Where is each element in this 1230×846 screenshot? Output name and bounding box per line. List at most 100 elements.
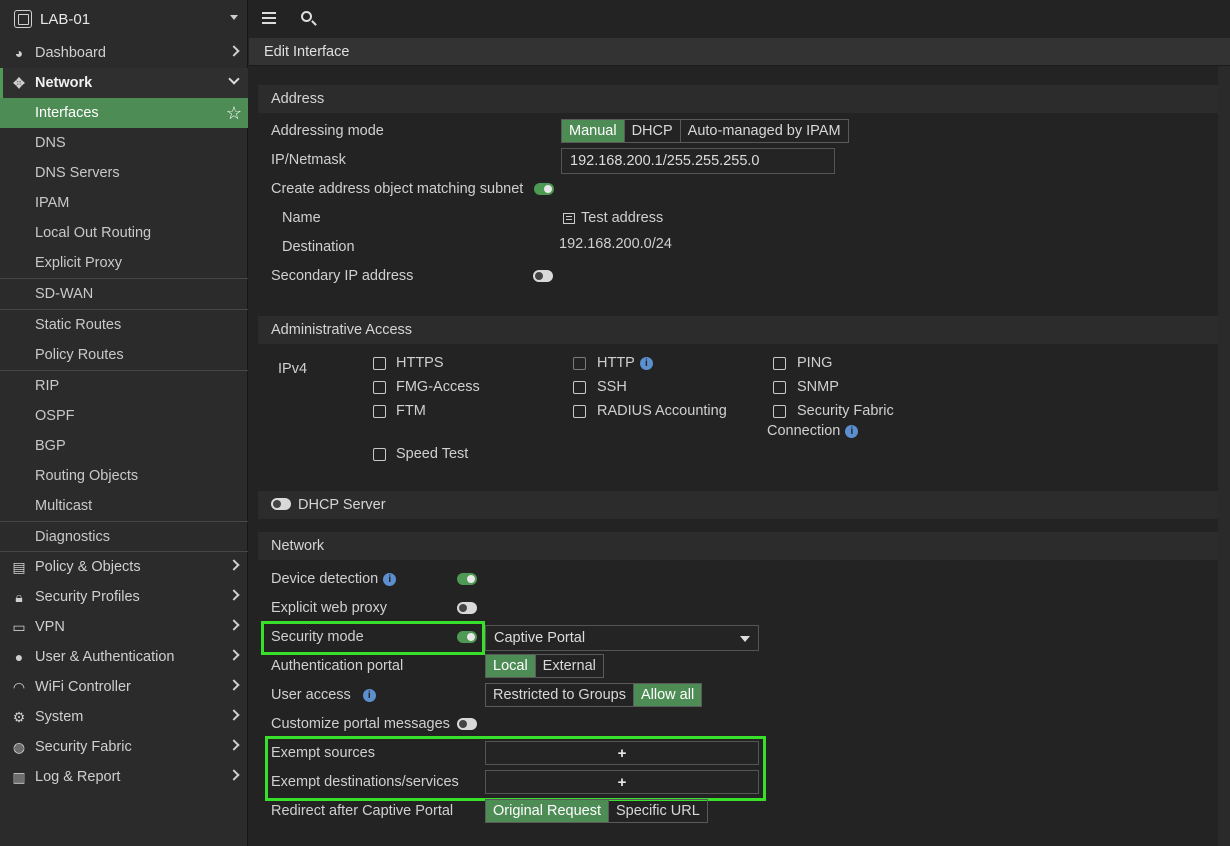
sidebar-subitem-rip[interactable]: RIP — [0, 371, 248, 401]
ftm-checkbox[interactable] — [373, 405, 386, 418]
device-icon — [14, 10, 32, 28]
redirect-label: Redirect after Captive Portal — [271, 803, 454, 819]
sidebar-item-label: Policy & Objects — [35, 559, 141, 575]
chart-icon: ▥ — [12, 768, 26, 785]
sidebar-item-label: WiFi Controller — [35, 679, 131, 695]
chevron-right-icon — [228, 589, 240, 601]
sidebar-item-label: BGP — [35, 438, 66, 454]
sidebar-item-vpn[interactable]: ▭ VPN — [0, 612, 248, 642]
sidebar-subitem-bgp[interactable]: BGP — [0, 431, 248, 461]
top-bar — [249, 0, 1230, 38]
sidebar-item-label: IPAM — [35, 195, 70, 211]
speed-test-checkbox[interactable] — [373, 448, 386, 461]
sidebar-item-label: Diagnostics — [35, 529, 110, 545]
sidebar-item-label: Multicast — [35, 498, 93, 514]
sidebar-item-label: Security Fabric — [35, 739, 132, 755]
chevron-right-icon — [228, 739, 240, 751]
customize-portal-messages-toggle[interactable] — [457, 718, 477, 730]
sidebar-subitem-ospf[interactable]: OSPF — [0, 401, 248, 431]
sidebar-subitem-ipam[interactable]: IPAM — [0, 188, 248, 218]
destination-label: Destination — [282, 239, 355, 255]
sidebar-subitem-routing-objects[interactable]: Routing Objects — [0, 461, 248, 491]
auth-portal-external[interactable]: External — [534, 655, 603, 677]
https-checkbox[interactable] — [373, 357, 386, 370]
sidebar-item-security-profiles[interactable]: 🔒︎ Security Profiles — [0, 582, 248, 612]
chevron-right-icon — [228, 649, 240, 661]
sidebar-item-label: Network — [35, 75, 93, 91]
sidebar-subitem-policy-routes[interactable]: Policy Routes — [0, 340, 248, 370]
security-mode-select[interactable]: Captive Portal — [485, 625, 759, 651]
info-icon[interactable]: i — [362, 688, 376, 702]
device-name: LAB-01 — [40, 10, 91, 28]
connection-text: Connection — [767, 423, 841, 439]
ping-label: PING — [797, 355, 833, 371]
ftm-label: FTM — [396, 403, 426, 419]
sidebar-item-wifi-controller[interactable]: ◠ WiFi Controller — [0, 672, 248, 702]
device-detection-text: Device detection — [271, 571, 379, 587]
redirect-specific-url[interactable]: Specific URL — [608, 800, 707, 822]
wifi-icon: ◠ — [12, 678, 26, 695]
sidebar-item-network[interactable]: ✥ Network — [0, 68, 248, 98]
fmg-access-checkbox[interactable] — [373, 381, 386, 394]
explicit-web-proxy-label: Explicit web proxy — [271, 600, 388, 616]
security-mode-value: Captive Portal — [494, 630, 586, 646]
create-address-object-toggle[interactable] — [534, 183, 554, 195]
sidebar-subitem-local-out-routing[interactable]: Local Out Routing — [0, 218, 248, 248]
highlight-box-security-mode — [261, 621, 485, 655]
sidebar-item-label: Log & Report — [35, 769, 121, 785]
explicit-web-proxy-toggle[interactable] — [457, 602, 477, 614]
snmp-checkbox[interactable] — [773, 381, 786, 394]
ssh-checkbox[interactable] — [573, 381, 586, 394]
sidebar-subitem-dns[interactable]: DNS — [0, 128, 248, 158]
mode-ipam[interactable]: Auto-managed by IPAM — [679, 120, 848, 142]
auth-portal-local[interactable]: Local — [486, 655, 535, 677]
info-icon[interactable]: i — [383, 572, 397, 586]
sidebar-item-system[interactable]: ⚙ System — [0, 702, 248, 732]
sidebar-subitem-explicit-proxy[interactable]: Explicit Proxy — [0, 248, 248, 278]
mode-manual[interactable]: Manual — [562, 120, 624, 142]
device-selector[interactable]: LAB-01 — [0, 0, 248, 38]
info-icon[interactable]: i — [845, 424, 859, 438]
sidebar-item-label: User & Authentication — [35, 649, 175, 665]
caret-down-icon — [230, 15, 238, 20]
sidebar-item-label: DNS Servers — [35, 165, 120, 181]
device-detection-toggle[interactable] — [457, 573, 477, 585]
sidebar-item-user-auth[interactable]: ● User & Authentication — [0, 642, 248, 672]
sidebar-item-security-fabric[interactable]: ◍ Security Fabric — [0, 732, 248, 762]
ip-netmask-input[interactable]: 192.168.200.1/255.255.255.0 — [561, 148, 835, 174]
info-icon[interactable]: i — [639, 356, 653, 370]
search-icon[interactable] — [301, 11, 312, 22]
security-fabric-checkbox[interactable] — [773, 405, 786, 418]
security-fabric-label: Security Fabric — [797, 403, 894, 419]
ssh-label: SSH — [597, 379, 627, 395]
mode-dhcp[interactable]: DHCP — [623, 120, 680, 142]
policy-icon: ▤ — [12, 558, 26, 575]
sidebar-subitem-multicast[interactable]: Multicast — [0, 491, 248, 521]
http-checkbox[interactable] — [573, 357, 586, 370]
user-access-allow-all[interactable]: Allow all — [632, 684, 702, 706]
addressing-mode-selector: Manual DHCP Auto-managed by IPAM — [561, 119, 849, 143]
user-access-restricted[interactable]: Restricted to Groups — [486, 684, 633, 706]
user-access-label: User access i — [271, 687, 376, 703]
ping-checkbox[interactable] — [773, 357, 786, 370]
secondary-ip-toggle[interactable] — [533, 270, 553, 282]
sidebar-item-label: DNS — [35, 135, 66, 151]
sidebar-subitem-sd-wan[interactable]: SD-WAN — [0, 279, 248, 309]
sidebar-subitem-dns-servers[interactable]: DNS Servers — [0, 158, 248, 188]
redirect-original-request[interactable]: Original Request — [486, 800, 608, 822]
sidebar-item-log-report[interactable]: ▥ Log & Report — [0, 762, 248, 792]
http-text: HTTP — [597, 355, 635, 371]
ip-netmask-label: IP/Netmask — [271, 152, 346, 168]
star-icon[interactable]: ☆ — [226, 103, 242, 124]
radius-accounting-checkbox[interactable] — [573, 405, 586, 418]
sidebar-subitem-diagnostics[interactable]: Diagnostics — [0, 522, 248, 552]
hamburger-icon[interactable] — [262, 12, 276, 24]
section-title: Network — [271, 538, 325, 554]
edit-interface-form: Address Addressing mode Manual DHCP Auto… — [258, 66, 1230, 846]
scrollbar[interactable] — [1218, 66, 1230, 846]
sidebar-item-dashboard[interactable]: ◕ Dashboard — [0, 38, 248, 68]
sidebar-item-policy-objects[interactable]: ▤ Policy & Objects — [0, 552, 248, 582]
dhcp-server-toggle[interactable] — [271, 498, 291, 510]
sidebar-subitem-interfaces[interactable]: Interfaces ☆ — [0, 98, 248, 128]
sidebar-subitem-static-routes[interactable]: Static Routes — [0, 310, 248, 340]
